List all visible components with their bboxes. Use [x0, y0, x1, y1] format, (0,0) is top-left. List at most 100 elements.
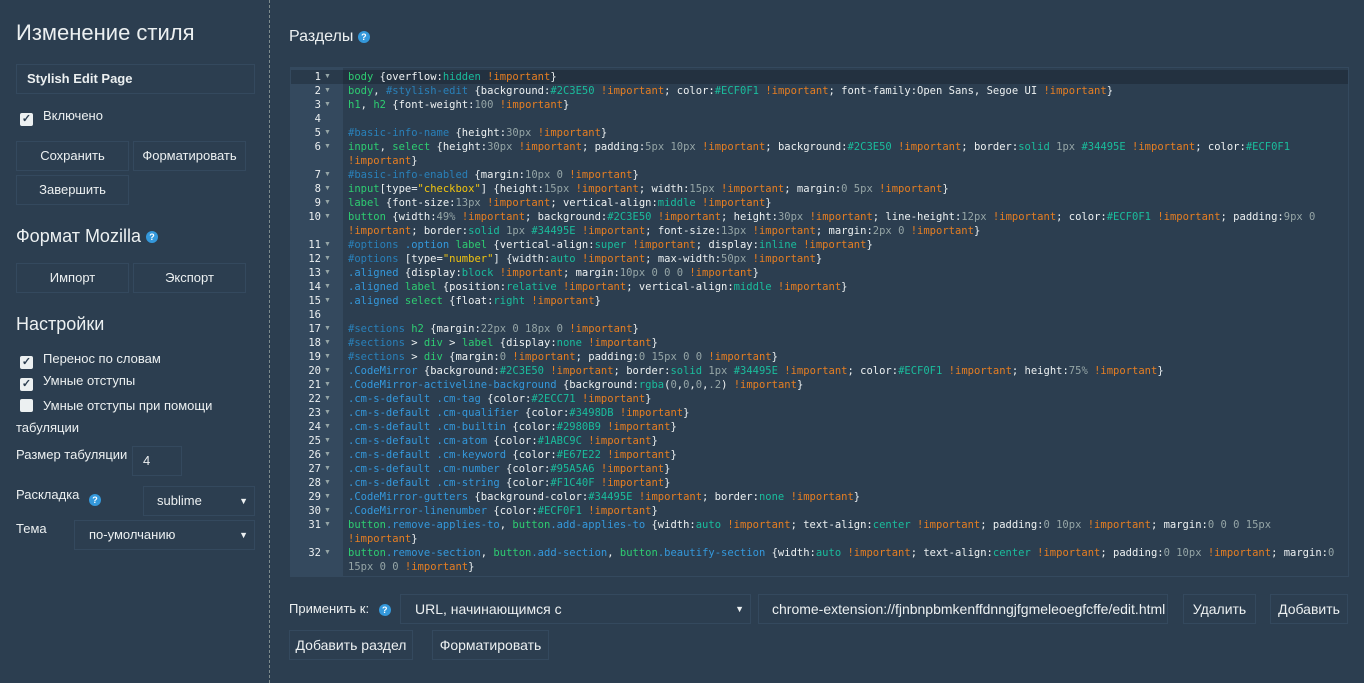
beautify-button[interactable]: Форматировать: [133, 141, 246, 171]
code-line[interactable]: 1▼body {overflow:hidden !important}: [291, 70, 1348, 84]
fold-marker-icon[interactable]: ▼: [324, 462, 331, 476]
help-icon[interactable]: ?: [146, 231, 158, 243]
fold-marker-icon[interactable]: ▼: [324, 448, 331, 462]
add-applies-button[interactable]: Добавить: [1270, 594, 1348, 624]
fold-marker-icon[interactable]: ▼: [324, 182, 331, 196]
add-section-button[interactable]: Добавить раздел: [289, 630, 413, 660]
fold-marker-icon[interactable]: ▼: [324, 84, 331, 98]
smart-indent-row[interactable]: ✓Умные отступы: [20, 373, 135, 391]
fold-marker-icon[interactable]: ▼: [324, 294, 331, 308]
fold-marker-icon[interactable]: ▼: [324, 392, 331, 406]
apply-value-input[interactable]: chrome-extension://fjnbnpbmkenffdnngjfgm…: [758, 594, 1168, 624]
word-wrap-row[interactable]: ✓Перенос по словам: [20, 351, 161, 369]
fold-marker-icon[interactable]: ▼: [324, 490, 331, 504]
code-line[interactable]: 23▼.cm-s-default .cm-qualifier {color:#3…: [291, 406, 1348, 420]
fold-marker-icon[interactable]: ▼: [324, 210, 331, 224]
code-line[interactable]: 2▼body, #stylish-edit {background:#2C3E5…: [291, 84, 1348, 98]
fold-marker-icon[interactable]: ▼: [324, 420, 331, 434]
code-line[interactable]: 14▼.aligned label {position:relative !im…: [291, 280, 1348, 294]
word-wrap-checkbox[interactable]: ✓: [20, 356, 33, 369]
code-text: .cm-s-default .cm-string {color:#F1C40F …: [348, 476, 1348, 490]
enabled-checkbox-row[interactable]: ✓Включено: [20, 108, 103, 126]
fold-marker-icon[interactable]: ▼: [324, 140, 331, 154]
code-token: }: [841, 281, 847, 293]
fold-marker-icon[interactable]: ▼: [324, 546, 331, 560]
help-icon[interactable]: ?: [358, 31, 370, 43]
code-line[interactable]: 4: [291, 112, 1348, 126]
code-token: {height:: [449, 127, 506, 139]
fold-marker-icon[interactable]: ▼: [324, 168, 331, 182]
code-token: .aligned: [348, 295, 399, 307]
code-line[interactable]: 7▼#basic-info-enabled {margin:10px 0 !im…: [291, 168, 1348, 182]
fold-marker-icon[interactable]: ▼: [324, 504, 331, 518]
tab-indent-checkbox[interactable]: [20, 399, 33, 412]
code-line[interactable]: 32▼button.remove-section, button.add-sec…: [291, 546, 1348, 574]
code-token: }: [651, 337, 657, 349]
save-button[interactable]: Сохранить: [16, 141, 129, 171]
fold-marker-icon[interactable]: ▼: [324, 364, 331, 378]
code-line[interactable]: 22▼.cm-s-default .cm-tag {color:#2ECC71 …: [291, 392, 1348, 406]
fold-marker-icon[interactable]: ▼: [324, 434, 331, 448]
code-editor[interactable]: 1▼body {overflow:hidden !important}2▼bod…: [290, 67, 1349, 577]
fold-marker-icon[interactable]: ▼: [324, 238, 331, 252]
code-line[interactable]: 29▼.CodeMirror-gutters {background-color…: [291, 490, 1348, 504]
keymap-select[interactable]: sublime ▼: [143, 486, 255, 516]
fold-marker-icon[interactable]: ▼: [324, 378, 331, 392]
remove-applies-button[interactable]: Удалить: [1183, 594, 1256, 624]
code-line[interactable]: 20▼.CodeMirror {background:#2C3E50 !impo…: [291, 364, 1348, 378]
tab-indent-row[interactable]: Умные отступы при помощи табуляции: [16, 395, 256, 439]
code-line[interactable]: 21▼.CodeMirror-activeline-background {ba…: [291, 378, 1348, 392]
import-button[interactable]: Импорт: [16, 263, 129, 293]
code-line[interactable]: 12▼#options [type="number"] {width:auto …: [291, 252, 1348, 266]
code-line[interactable]: 26▼.cm-s-default .cm-keyword {color:#E67…: [291, 448, 1348, 462]
code-line[interactable]: 6▼input, select {height:30px !important;…: [291, 140, 1348, 168]
fold-marker-icon[interactable]: ▼: [324, 252, 331, 266]
code-line[interactable]: 19▼#sections > div {margin:0 !important;…: [291, 350, 1348, 364]
code-token: !important: [348, 533, 411, 545]
line-number: 14: [291, 280, 321, 294]
fold-marker-icon[interactable]: ▼: [324, 336, 331, 350]
fold-marker-icon[interactable]: ▼: [324, 126, 331, 140]
code-line[interactable]: 18▼#sections > div > label {display:none…: [291, 336, 1348, 350]
code-line[interactable]: 9▼label {font-size:13px !important; vert…: [291, 196, 1348, 210]
beautify-section-button[interactable]: Форматировать: [432, 630, 549, 660]
code-line[interactable]: 10▼button {width:49% !important; backgro…: [291, 210, 1348, 238]
code-line[interactable]: 8▼input[type="checkbox"] {height:15px !i…: [291, 182, 1348, 196]
close-button[interactable]: Завершить: [16, 175, 129, 205]
code-token: }: [942, 183, 948, 195]
help-icon[interactable]: ?: [379, 604, 391, 616]
code-line[interactable]: 13▼.aligned {display:block !important; m…: [291, 266, 1348, 280]
apply-type-select[interactable]: URL, начинающимся с ▼: [400, 594, 751, 624]
fold-marker-icon[interactable]: ▼: [324, 476, 331, 490]
code-line[interactable]: 5▼#basic-info-name {height:30px !importa…: [291, 126, 1348, 140]
code-line[interactable]: 24▼.cm-s-default .cm-builtin {color:#298…: [291, 420, 1348, 434]
fold-marker-icon[interactable]: ▼: [324, 266, 331, 280]
fold-marker-icon[interactable]: ▼: [324, 98, 331, 112]
tab-size-input[interactable]: 4: [132, 446, 182, 476]
fold-marker-icon[interactable]: ▼: [324, 280, 331, 294]
fold-marker-icon[interactable]: ▼: [324, 350, 331, 364]
fold-marker-icon[interactable]: ▼: [324, 70, 331, 84]
fold-marker-icon[interactable]: ▼: [324, 406, 331, 420]
code-line[interactable]: 15▼.aligned select {float:right !importa…: [291, 294, 1348, 308]
theme-select[interactable]: по-умолчанию ▼: [74, 520, 255, 550]
fold-marker-icon[interactable]: ▼: [324, 196, 331, 210]
code-token: 50px: [721, 253, 746, 265]
code-line[interactable]: 30▼.CodeMirror-linenumber {color:#ECF0F1…: [291, 504, 1348, 518]
code-line[interactable]: 27▼.cm-s-default .cm-number {color:#95A5…: [291, 462, 1348, 476]
code-line[interactable]: 11▼#options .option label {vertical-alig…: [291, 238, 1348, 252]
enabled-checkbox[interactable]: ✓: [20, 113, 33, 126]
export-button[interactable]: Экспорт: [133, 263, 246, 293]
smart-indent-checkbox[interactable]: ✓: [20, 378, 33, 391]
code-line[interactable]: 31▼button.remove-applies-to, button.add-…: [291, 518, 1348, 546]
fold-marker-icon[interactable]: ▼: [324, 518, 331, 532]
code-token: button: [512, 519, 550, 531]
code-line[interactable]: 17▼#sections h2 {margin:22px 0 18px 0 !i…: [291, 322, 1348, 336]
fold-marker-icon[interactable]: ▼: [324, 322, 331, 336]
code-line[interactable]: 16: [291, 308, 1348, 322]
code-line[interactable]: 28▼.cm-s-default .cm-string {color:#F1C4…: [291, 476, 1348, 490]
code-line[interactable]: 3▼h1, h2 {font-weight:100 !important}: [291, 98, 1348, 112]
keymap-help-icon[interactable]: ?: [89, 494, 101, 506]
code-line[interactable]: 25▼.cm-s-default .cm-atom {color:#1ABC9C…: [291, 434, 1348, 448]
style-name-input[interactable]: Stylish Edit Page: [16, 64, 255, 94]
